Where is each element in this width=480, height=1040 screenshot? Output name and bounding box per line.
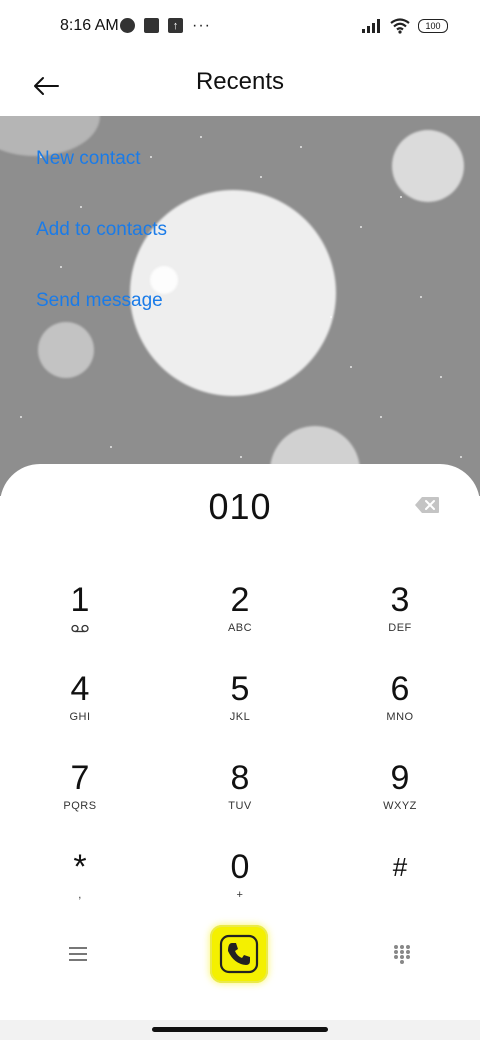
status-icons-left: ↑ ···	[120, 17, 211, 34]
header: Recents	[0, 56, 480, 116]
key-digit: 8	[230, 759, 250, 797]
battery-level: 100	[425, 21, 441, 31]
status-icons-right: 100	[362, 18, 448, 34]
speck	[240, 456, 242, 458]
key-digit: 2	[230, 581, 250, 619]
key-digit: 6	[390, 670, 410, 708]
add-to-contacts-link[interactable]: Add to contacts	[36, 219, 167, 241]
bokeh-circle	[38, 322, 94, 378]
call-button[interactable]	[210, 925, 268, 983]
key-digit: 5	[230, 670, 250, 708]
speck	[150, 156, 152, 158]
key-8[interactable]: 8 TUV	[180, 758, 300, 838]
key-hash[interactable]: #	[340, 847, 460, 927]
dialer-panel: 010 1 2 ABC 3 DEF 4 GHI 5 JKL 6 MNO 7 PQ…	[0, 464, 480, 1020]
key-5[interactable]: 5 JKL	[180, 669, 300, 749]
status-time: 8:16 AM	[60, 17, 119, 34]
speck	[20, 416, 22, 418]
menu-button[interactable]	[58, 934, 98, 974]
key-2[interactable]: 2 ABC	[180, 580, 300, 660]
signal-icon	[362, 19, 380, 33]
speck	[110, 446, 112, 448]
speck	[380, 416, 382, 418]
key-7[interactable]: 7 PQRS	[20, 758, 140, 838]
key-letters: +	[236, 889, 244, 901]
key-4[interactable]: 4 GHI	[20, 669, 140, 749]
speck	[440, 376, 442, 378]
keypad-toggle-button[interactable]	[382, 934, 422, 974]
speck	[400, 196, 402, 198]
status-bar: 8:16 AM ↑ ··· 100	[0, 0, 480, 56]
keypad-grid-icon	[394, 945, 410, 964]
speck	[420, 296, 422, 298]
navigation-bar	[0, 1020, 480, 1040]
key-digit: #	[392, 852, 408, 882]
page-title: Recents	[195, 68, 285, 95]
key-letters: TUV	[228, 800, 252, 812]
speck	[260, 176, 262, 178]
speck	[330, 316, 332, 318]
speck	[80, 206, 82, 208]
home-gesture-handle[interactable]	[152, 1027, 328, 1032]
speck	[300, 146, 302, 148]
key-letters: JKL	[229, 711, 251, 723]
key-letters: WXYZ	[383, 800, 417, 812]
speck	[60, 266, 62, 268]
wallpaper-area: New contact Add to contacts Send message	[0, 116, 480, 496]
dialed-number: 010	[208, 486, 272, 527]
circle-status-icon	[120, 18, 135, 33]
key-digit: 0	[230, 848, 250, 886]
key-0[interactable]: 0 +	[180, 847, 300, 927]
key-letters: MNO	[386, 711, 414, 723]
key-digit: *	[73, 848, 87, 886]
speck	[200, 136, 202, 138]
menu-icon	[69, 947, 87, 961]
screen: 8:16 AM ↑ ··· 100 Recents New contact Ad…	[0, 0, 480, 1040]
square-status-icon	[144, 18, 159, 33]
wifi-icon	[390, 18, 410, 34]
key-digit: 3	[390, 581, 410, 619]
backspace-button[interactable]	[414, 496, 440, 514]
key-letters: GHI	[69, 711, 91, 723]
voicemail-icon	[71, 624, 89, 633]
more-dots-icon: ···	[192, 17, 211, 34]
key-digit: 4	[70, 670, 90, 708]
send-message-link[interactable]: Send message	[36, 290, 163, 312]
upload-status-icon: ↑	[168, 18, 183, 33]
key-letters: ABC	[227, 622, 253, 634]
key-star[interactable]: * ,	[20, 847, 140, 927]
key-6[interactable]: 6 MNO	[340, 669, 460, 749]
speck	[350, 366, 352, 368]
key-letters: PQRS	[63, 800, 97, 812]
key-digit: 9	[390, 759, 410, 797]
key-1[interactable]: 1	[20, 580, 140, 660]
speck	[460, 456, 462, 458]
key-3[interactable]: 3 DEF	[340, 580, 460, 660]
key-digit: 7	[70, 759, 90, 797]
key-digit: 1	[70, 581, 90, 619]
key-9[interactable]: 9 WXYZ	[340, 758, 460, 838]
battery-icon: 100	[418, 19, 448, 33]
phone-icon	[219, 934, 259, 974]
key-letters: ,	[78, 889, 82, 901]
backspace-icon	[415, 497, 439, 513]
bokeh-circle	[392, 130, 464, 202]
speck	[360, 226, 362, 228]
new-contact-link[interactable]: New contact	[36, 148, 141, 170]
key-letters: DEF	[388, 622, 412, 634]
